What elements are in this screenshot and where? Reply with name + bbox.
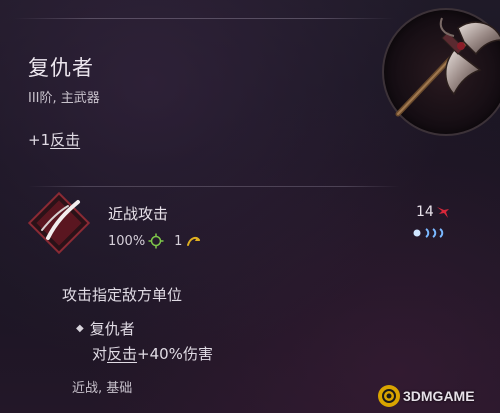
slash-icon bbox=[27, 191, 91, 255]
passive-prefix: 对 bbox=[92, 345, 108, 363]
skill-range bbox=[412, 227, 448, 239]
passive-row: ◆ 复仇者 bbox=[76, 318, 135, 339]
skill-damage-value: 14 bbox=[416, 204, 434, 220]
item-bonus: +1反击 bbox=[28, 129, 80, 150]
skill-name: 近战攻击 bbox=[108, 205, 169, 223]
skill-tags: 近战, 基础 bbox=[72, 381, 133, 396]
passive-name: 复仇者 bbox=[89, 320, 135, 338]
item-tooltip: 复仇者 III阶, 主武器 +1反击 近战攻击 100% 1 14 攻击指定敌方… bbox=[0, 0, 500, 413]
range-pips-icon bbox=[413, 228, 444, 238]
diamond-bullet-icon: ◆ bbox=[76, 323, 84, 334]
skill-description: 攻击指定敌方单位 bbox=[62, 286, 183, 304]
bonus-prefix: +1 bbox=[28, 131, 51, 149]
battle-axe-icon bbox=[395, 17, 500, 117]
passive-suffix: +40%伤害 bbox=[137, 345, 213, 363]
skill-slash-icon[interactable] bbox=[26, 190, 92, 256]
skill-stats: 100% 1 bbox=[108, 233, 202, 249]
item-subtitle: III阶, 主武器 bbox=[28, 91, 100, 106]
skill-cost: 1 bbox=[174, 233, 183, 249]
skill-accuracy: 100% bbox=[108, 233, 146, 249]
crosshair-icon bbox=[148, 233, 164, 249]
skill-damage: 14 bbox=[416, 204, 450, 220]
top-border bbox=[14, 18, 394, 19]
damage-burst-icon bbox=[436, 207, 449, 218]
bonus-keyword-link[interactable]: 反击 bbox=[50, 131, 80, 149]
energy-curve-icon bbox=[187, 236, 201, 246]
watermark-text: 3DMGAME bbox=[403, 388, 475, 404]
passive-detail: 对反击+40%伤害 bbox=[92, 343, 213, 364]
item-name: 复仇者 bbox=[28, 56, 94, 80]
passive-keyword-link[interactable]: 反击 bbox=[107, 345, 137, 363]
3dmgame-logo-icon bbox=[378, 385, 400, 407]
section-divider bbox=[28, 186, 400, 187]
watermark: 3DMGAME bbox=[378, 385, 475, 407]
weapon-portrait bbox=[382, 8, 500, 136]
